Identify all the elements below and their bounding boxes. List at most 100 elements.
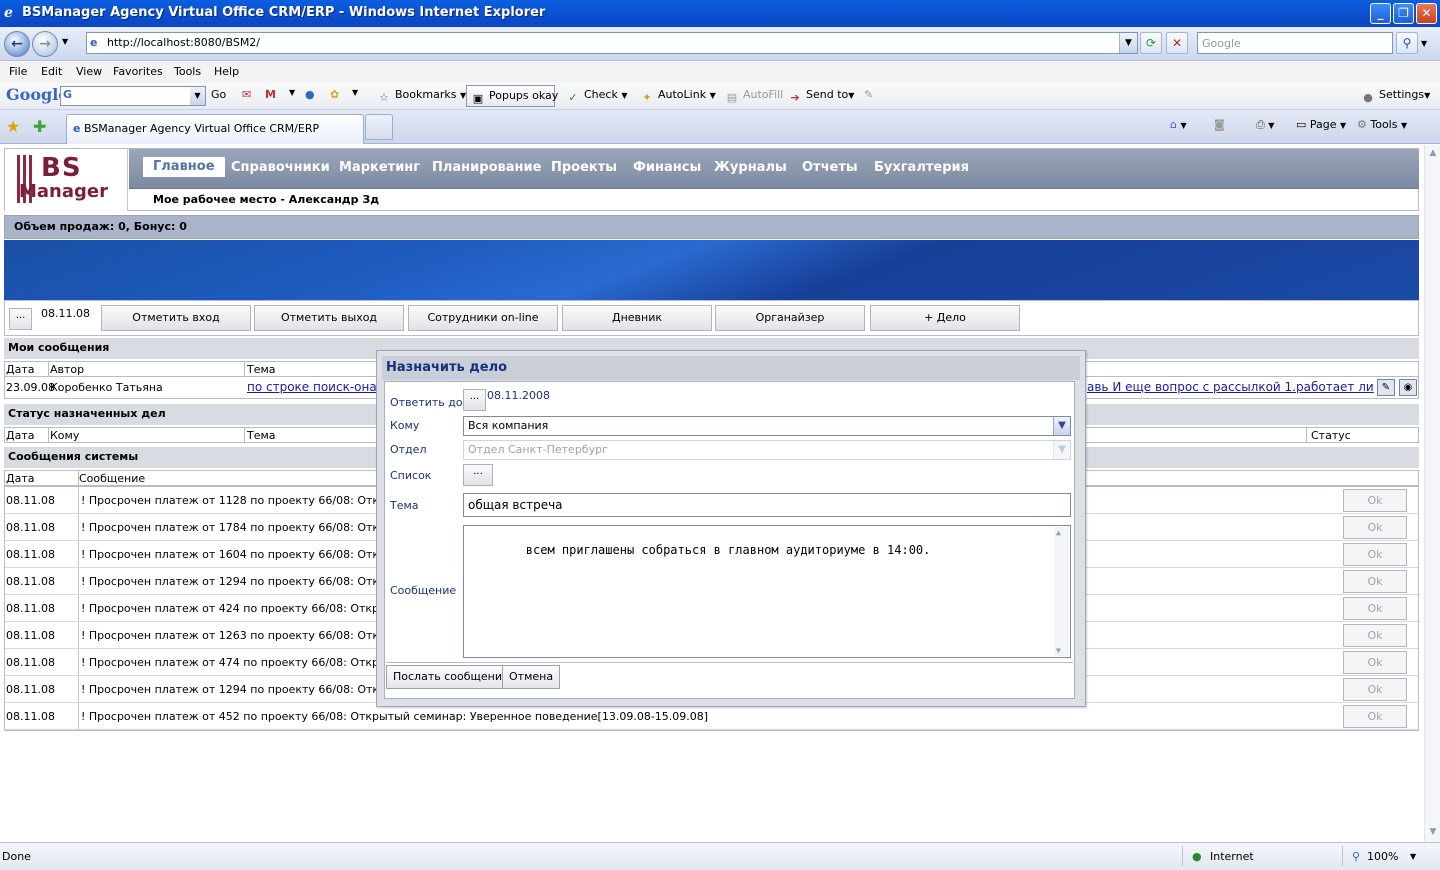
page-menu-button[interactable]: ▭ Page ▼ — [1296, 118, 1346, 131]
nav-planning[interactable]: Планирование — [432, 160, 541, 175]
ok-button[interactable]: Ok — [1343, 570, 1407, 593]
dialog-body: Ответить до: ... 08.11.2008 Кому Вся ком… — [384, 381, 1075, 699]
chevron-down-icon[interactable]: ▼ — [1053, 417, 1070, 435]
send-message-button[interactable]: Послать сообщение — [386, 665, 516, 689]
organizer-button[interactable]: Органайзер — [715, 305, 865, 331]
bsmanager-logo[interactable]: BS Manager — [5, 149, 128, 211]
google-go-button[interactable]: Go — [211, 88, 226, 101]
close-button[interactable]: ✕ — [1416, 3, 1437, 24]
menu-favorites[interactable]: Favorites — [113, 65, 163, 78]
search-input[interactable]: Google — [1197, 32, 1393, 54]
earth-icon[interactable]: ● — [305, 88, 315, 101]
row-message: ! Просрочен платеж от 1128 по проекту 66… — [81, 494, 417, 507]
window-titlebar: e BSManager Agency Virtual Office CRM/ER… — [0, 0, 1440, 27]
new-tab-button[interactable] — [365, 114, 393, 140]
ok-button[interactable]: Ok — [1343, 705, 1407, 728]
menu-file[interactable]: File — [9, 65, 27, 78]
add-task-button[interactable]: + Дело — [870, 305, 1020, 331]
page-scrollbar[interactable]: ▲ ▼ — [1424, 145, 1440, 842]
subject-input[interactable]: общая встреча — [463, 493, 1071, 517]
gmail-dropdown-icon[interactable]: ▼ — [289, 88, 295, 97]
check-out-button[interactable]: Отметить выход — [254, 305, 404, 331]
menu-help[interactable]: Help — [214, 65, 239, 78]
ok-button[interactable]: Ok — [1343, 543, 1407, 566]
wrench-icon: ● — [1363, 91, 1373, 104]
minimize-button[interactable]: _ — [1370, 3, 1391, 24]
google-search-field[interactable]: G ▼ — [60, 86, 206, 106]
popups-button[interactable]: ▣ Popups okay — [466, 85, 558, 107]
ok-button[interactable]: Ok — [1343, 597, 1407, 620]
maximize-button[interactable]: ❐ — [1393, 3, 1414, 24]
ok-button[interactable]: Ok — [1343, 516, 1407, 539]
nav-directories[interactable]: Справочники — [231, 160, 330, 175]
scroll-down-icon[interactable]: ▼ — [1056, 646, 1061, 655]
menu-edit[interactable]: Edit — [41, 65, 62, 78]
menu-view[interactable]: View — [76, 65, 102, 78]
check-in-button[interactable]: Отметить вход — [101, 305, 251, 331]
department-select[interactable]: Отдел Санкт-Петербург ▼ — [463, 440, 1071, 460]
refresh-icon[interactable]: ⟳ — [1140, 32, 1162, 54]
nav-journals[interactable]: Журналы — [714, 160, 787, 175]
google-dropdown-icon[interactable]: ▼ — [190, 87, 205, 105]
search-icon[interactable]: ⚲ — [1396, 32, 1418, 54]
list-picker-button[interactable]: ... — [463, 464, 493, 486]
search-options-icon[interactable]: ▼ — [1421, 39, 1427, 48]
favorites-star-icon[interactable]: ★ — [6, 117, 20, 136]
url-dropdown-icon[interactable]: ▼ — [1119, 33, 1137, 53]
view-icon[interactable]: ◉ — [1399, 379, 1417, 396]
bookmarks-button[interactable]: ☆ Bookmarks ▼ — [377, 88, 466, 105]
chevron-down-icon: ▼ — [1053, 441, 1070, 459]
check-button[interactable]: ✓ Check ▼ — [566, 88, 627, 105]
nav-marketing[interactable]: Маркетинг — [339, 160, 420, 175]
staff-online-button[interactable]: Сотрудники on-line — [408, 305, 558, 331]
ok-button[interactable]: Ok — [1343, 624, 1407, 647]
message-textarea[interactable]: всем приглашены собраться в главном ауди… — [463, 525, 1071, 658]
history-dropdown-icon[interactable]: ▼ — [62, 37, 68, 46]
message-subject-link-tail[interactable]: авь И еще вопрос с рассылкой 1.работает … — [1087, 380, 1374, 394]
autolink-button[interactable]: ✦ AutoLink ▼ — [640, 88, 715, 105]
nav-main[interactable]: Главное — [143, 157, 225, 177]
scroll-up-icon[interactable]: ▲ — [1056, 528, 1061, 537]
gmail-icon[interactable]: M — [265, 88, 276, 101]
cancel-button[interactable]: Отмена — [502, 665, 561, 689]
back-button[interactable]: ← — [4, 31, 30, 57]
stop-icon[interactable]: ✕ — [1166, 32, 1188, 54]
feeds-icon[interactable]: ◙ — [1214, 118, 1225, 131]
highlight-icon[interactable]: ✎ — [864, 88, 873, 101]
popup-icon: ▣ — [472, 92, 484, 105]
url-field[interactable]: e http://localhost:8080/BSM2/ ▼ — [86, 32, 1138, 54]
news-icon[interactable]: ✉ — [242, 88, 251, 101]
diary-button[interactable]: Дневник — [562, 305, 712, 331]
print-icon[interactable]: ⎙ ▼ — [1256, 118, 1274, 132]
date-picker-button[interactable]: ... — [9, 308, 32, 330]
zoom-dropdown-icon[interactable]: ▼ — [1410, 852, 1416, 861]
nav-accounting[interactable]: Бухгалтерия — [874, 160, 969, 175]
to-select[interactable]: Вся компания ▼ — [463, 416, 1071, 436]
tools-menu-button[interactable]: ⚙ Tools ▼ — [1357, 118, 1407, 131]
zoom-level[interactable]: 100% — [1367, 850, 1398, 863]
settings-button[interactable]: ● Settings▼ — [1361, 88, 1430, 105]
autofill-button[interactable]: ▤ AutoFill — [725, 88, 783, 105]
sendto-button[interactable]: ➔ Send to▼ — [788, 88, 854, 105]
textarea-scrollbar[interactable]: ▲ ▼ — [1054, 527, 1069, 656]
edit-icon[interactable]: ✎ — [1377, 379, 1395, 396]
home-icon[interactable]: ⌂ ▼ — [1170, 118, 1187, 131]
gadgets-icon[interactable]: ✿ — [330, 88, 339, 101]
ok-button[interactable]: Ok — [1343, 651, 1407, 674]
ok-button[interactable]: Ok — [1343, 489, 1407, 512]
tab-bsmanager[interactable]: e BSManager Agency Virtual Office CRM/ER… — [66, 114, 364, 144]
reply-by-date-button[interactable]: ... — [463, 389, 486, 411]
nav-projects[interactable]: Проекты — [551, 160, 617, 175]
nav-finance[interactable]: Финансы — [633, 160, 701, 175]
zoom-icon[interactable]: ⚲ — [1352, 850, 1360, 863]
scroll-down-icon[interactable]: ▼ — [1427, 827, 1439, 839]
scroll-up-icon[interactable]: ▲ — [1427, 148, 1439, 160]
col-subject: Тема — [247, 429, 276, 442]
nav-reports[interactable]: Отчеты — [802, 160, 858, 175]
menu-tools[interactable]: Tools — [174, 65, 201, 78]
ok-button[interactable]: Ok — [1343, 678, 1407, 701]
forward-button[interactable]: → — [32, 31, 58, 57]
gadgets-dropdown-icon[interactable]: ▼ — [352, 88, 358, 97]
add-favorites-icon[interactable]: ✚ — [33, 117, 46, 136]
message-subject-link[interactable]: по строке поиск-она н — [247, 380, 388, 394]
